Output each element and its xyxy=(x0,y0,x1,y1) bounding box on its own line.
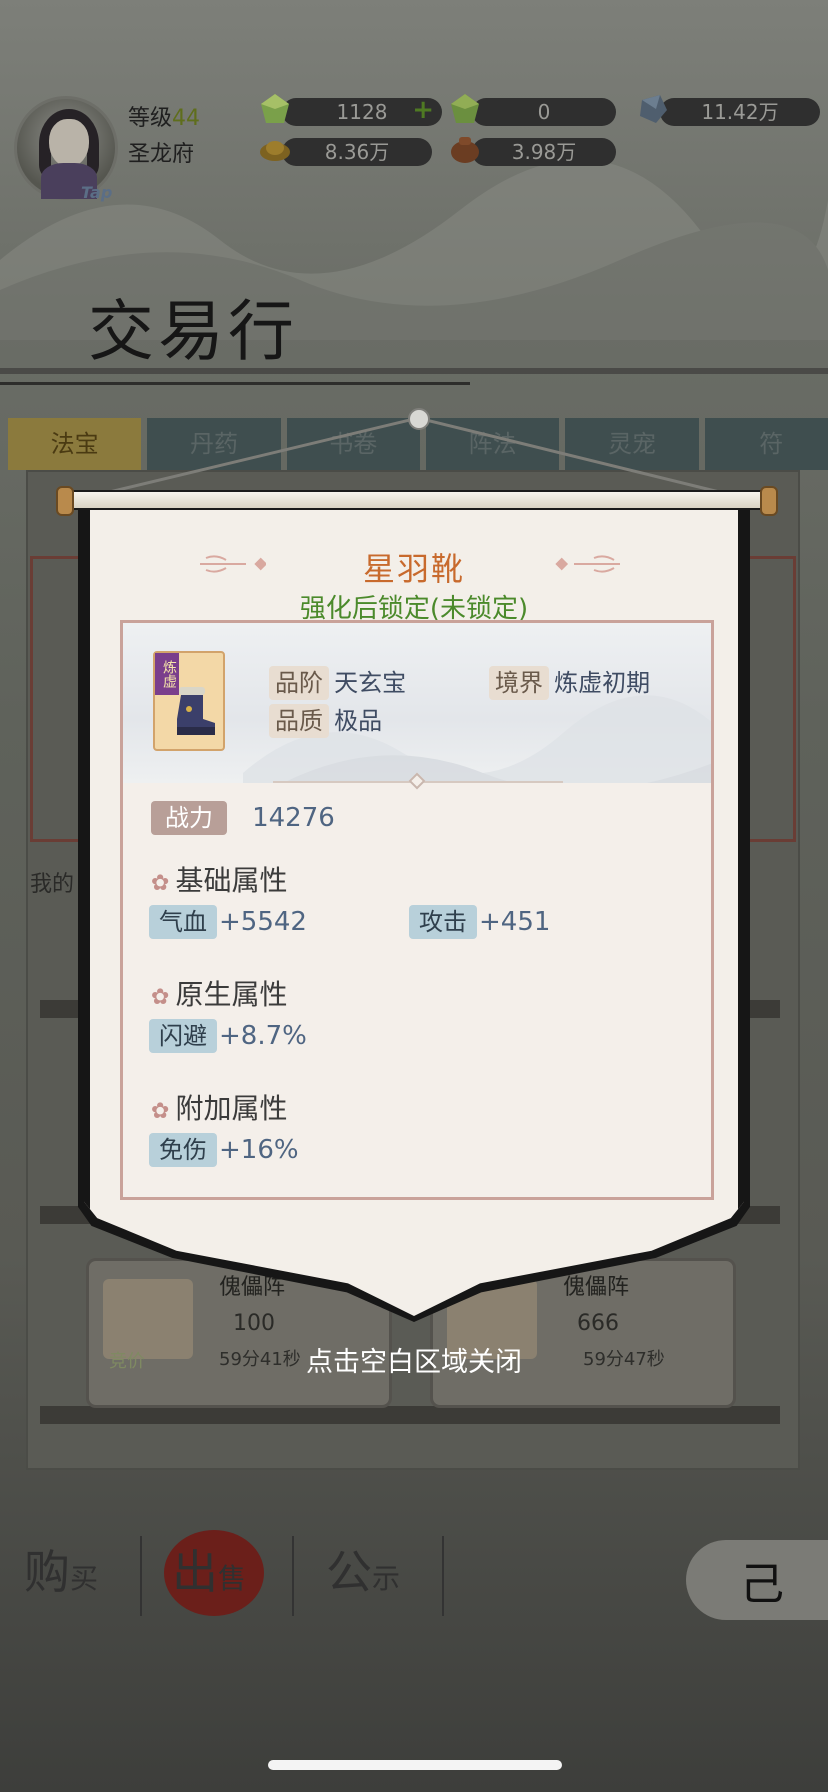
screen-title: 交易行 xyxy=(88,293,298,370)
rope-knob xyxy=(408,408,430,430)
player-sect: 圣龙府 xyxy=(128,142,195,167)
nav-sell[interactable]: 出售 xyxy=(172,1536,246,1602)
flower-icon: ✿ xyxy=(151,1099,170,1124)
player-level: 等级44 xyxy=(128,106,201,131)
close-hint[interactable]: 点击空白区域关闭 xyxy=(0,1340,828,1379)
gold-ingot-icon xyxy=(260,141,290,161)
item-header: 炼虚 品阶 天玄宝 境界 炼虚初期 品质 极品 xyxy=(123,623,711,783)
stat-attack: 攻击 +451 xyxy=(409,905,550,939)
grade-label: 品阶 xyxy=(269,666,329,700)
stat-hp: 气血 +5542 xyxy=(149,905,307,939)
scroll-rod xyxy=(60,490,774,510)
resource-spirit: 0 xyxy=(451,94,616,126)
stat-damage-reduction: 免伤 +16% xyxy=(149,1133,299,1167)
listing-price: 666 xyxy=(577,1311,619,1336)
realm-value: 炼虚初期 xyxy=(554,669,651,697)
item-info-box: 炼虚 品阶 天玄宝 境界 炼虚初期 品质 极品 战力 14276 ✿基础属性 xyxy=(120,620,714,1200)
base-attributes-title: ✿ 基础属性 xyxy=(151,864,288,897)
listing-price: 100 xyxy=(233,1311,275,1336)
home-indicator[interactable] xyxy=(268,1760,562,1770)
tap-label: Tap xyxy=(81,183,113,202)
blue-stone-icon xyxy=(640,95,667,123)
combat-power: 战力 14276 xyxy=(151,801,335,835)
my-listings-label: 我的 xyxy=(30,872,75,897)
resource-gold: 8.36万 xyxy=(260,138,432,166)
resource-bronze: 3.98万 xyxy=(451,137,616,166)
quality-value: 极品 xyxy=(334,707,383,735)
resource-stone: 11.42万 xyxy=(640,95,820,126)
native-attributes-title: ✿ 原生属性 xyxy=(151,978,288,1011)
realm-label: 境界 xyxy=(489,666,549,700)
item-name: 星羽靴 xyxy=(362,550,465,588)
title-divider xyxy=(0,368,828,374)
flower-icon: ✿ xyxy=(151,871,170,896)
power-label: 战力 xyxy=(151,801,227,835)
top-status-bar: Tap 等级44 圣龙府 1128 + 0 11.42万 8.36万 3.98万 xyxy=(0,78,828,202)
resource-jade[interactable]: 1128 + xyxy=(261,94,442,126)
boots-item-icon: 炼虚 xyxy=(153,651,225,751)
flower-icon: ✿ xyxy=(151,985,170,1010)
add-jade-button[interactable]: + xyxy=(412,96,434,124)
jade-gem-icon xyxy=(261,94,289,123)
spirit-gem-icon xyxy=(451,94,479,123)
power-value: 14276 xyxy=(252,803,335,833)
stat-dodge: 闪避 +8.7% xyxy=(149,1019,307,1053)
nav-notice[interactable]: 公示 xyxy=(326,1536,400,1602)
player-avatar[interactable]: Tap xyxy=(14,96,118,202)
extra-attributes-title: ✿ 附加属性 xyxy=(151,1092,288,1125)
boots-icon xyxy=(177,687,215,735)
back-button[interactable]: 己 xyxy=(686,1540,828,1620)
nav-buy[interactable]: 购买 xyxy=(24,1536,98,1602)
quality-label: 品质 xyxy=(269,704,329,738)
bronze-pot-icon xyxy=(451,137,479,163)
grade-value: 天玄宝 xyxy=(334,669,407,697)
